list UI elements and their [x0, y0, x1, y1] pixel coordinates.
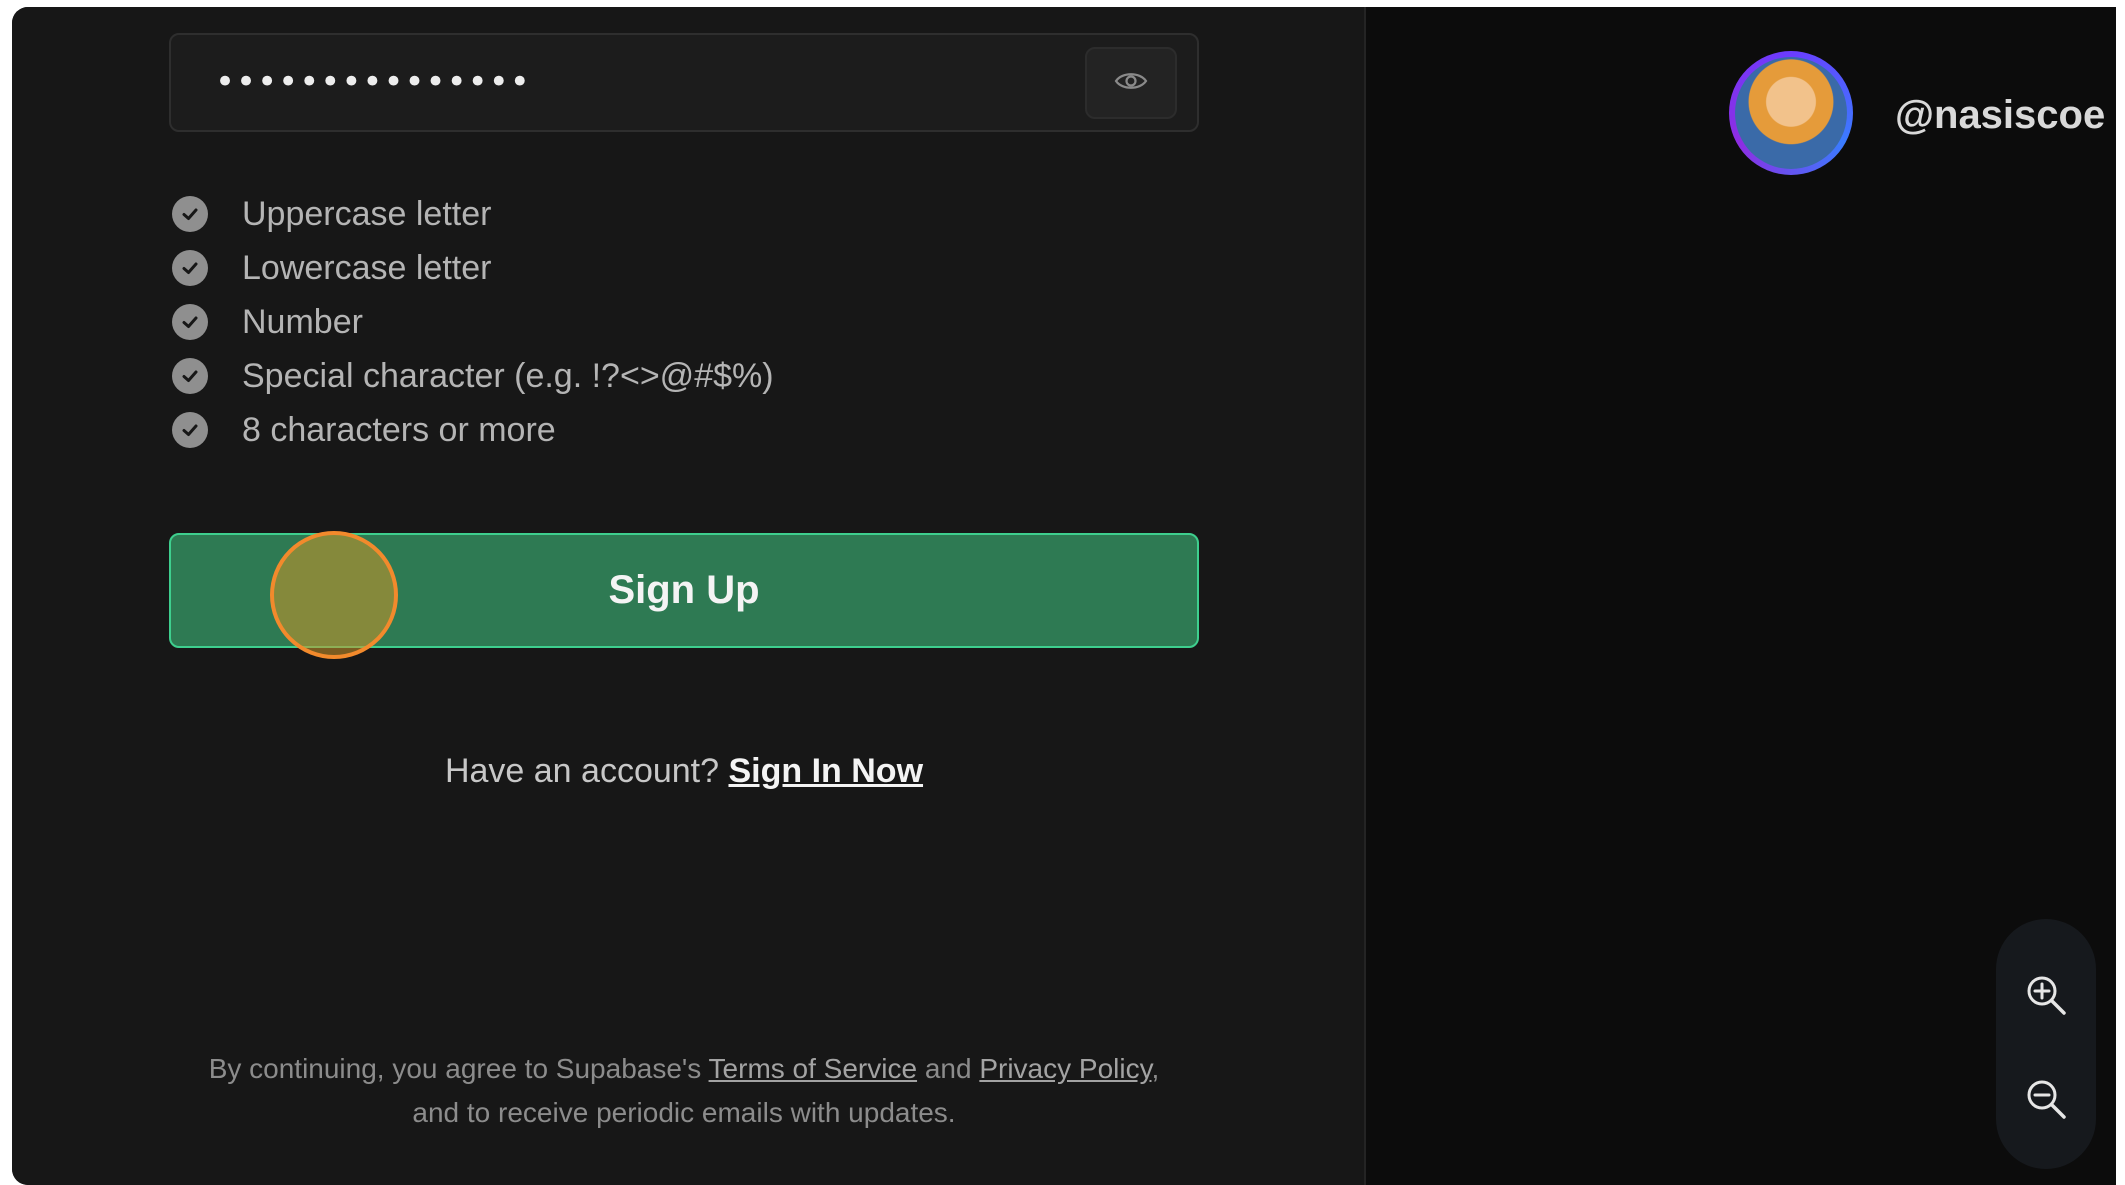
avatar [1729, 51, 1853, 175]
legal-and: and [924, 1053, 972, 1084]
terms-of-service-link[interactable]: Terms of Service [709, 1053, 918, 1084]
check-circle-icon [172, 196, 208, 232]
check-circle-icon [172, 358, 208, 394]
check-circle-icon [172, 412, 208, 448]
requirement-item: Lowercase letter [172, 241, 774, 295]
zoom-in-button[interactable] [2022, 973, 2070, 1021]
legal-prefix: By continuing, you agree to Supabase's [208, 1053, 702, 1084]
zoom-controls [1996, 919, 2096, 1169]
password-value: ••••••••••••••• [215, 62, 531, 102]
check-circle-icon [172, 304, 208, 340]
testimonial-panel: @nasiscoe [1366, 7, 2116, 1185]
zoom-in-icon [2024, 973, 2068, 1022]
requirement-label: 8 characters or more [242, 410, 556, 449]
password-requirements: Uppercase letter Lowercase letter Number… [172, 187, 774, 457]
show-password-button[interactable] [1085, 47, 1177, 119]
check-circle-icon [172, 250, 208, 286]
eye-icon [1114, 70, 1148, 97]
click-indicator [270, 531, 398, 659]
signup-panel: ••••••••••••••• Uppercase letter Lowerca… [12, 7, 1364, 1185]
requirement-label: Special character (e.g. !?<>@#$%) [242, 356, 774, 395]
requirement-item: Special character (e.g. !?<>@#$%) [172, 349, 774, 403]
password-input[interactable]: ••••••••••••••• [169, 33, 1199, 132]
legal-notice: By continuing, you agree to Supabase's T… [182, 1047, 1186, 1135]
sign-in-link[interactable]: Sign In Now [728, 752, 923, 790]
requirement-label: Uppercase letter [242, 194, 492, 233]
user-handle: @nasiscoe [1895, 93, 2106, 137]
have-account-text: Have an account? [444, 752, 720, 790]
privacy-policy-link[interactable]: Privacy Policy [979, 1053, 1151, 1084]
requirement-item: Uppercase letter [172, 187, 774, 241]
zoom-out-icon [2024, 1077, 2068, 1126]
zoom-out-button[interactable] [2022, 1077, 2070, 1125]
requirement-item: Number [172, 295, 774, 349]
avatar-image [1735, 57, 1847, 169]
app-window: ••••••••••••••• Uppercase letter Lowerca… [12, 7, 2116, 1185]
requirement-item: 8 characters or more [172, 403, 774, 457]
requirement-label: Lowercase letter [242, 248, 492, 287]
requirement-label: Number [242, 302, 363, 341]
have-account-line: Have an account? Sign In Now [169, 752, 1199, 791]
